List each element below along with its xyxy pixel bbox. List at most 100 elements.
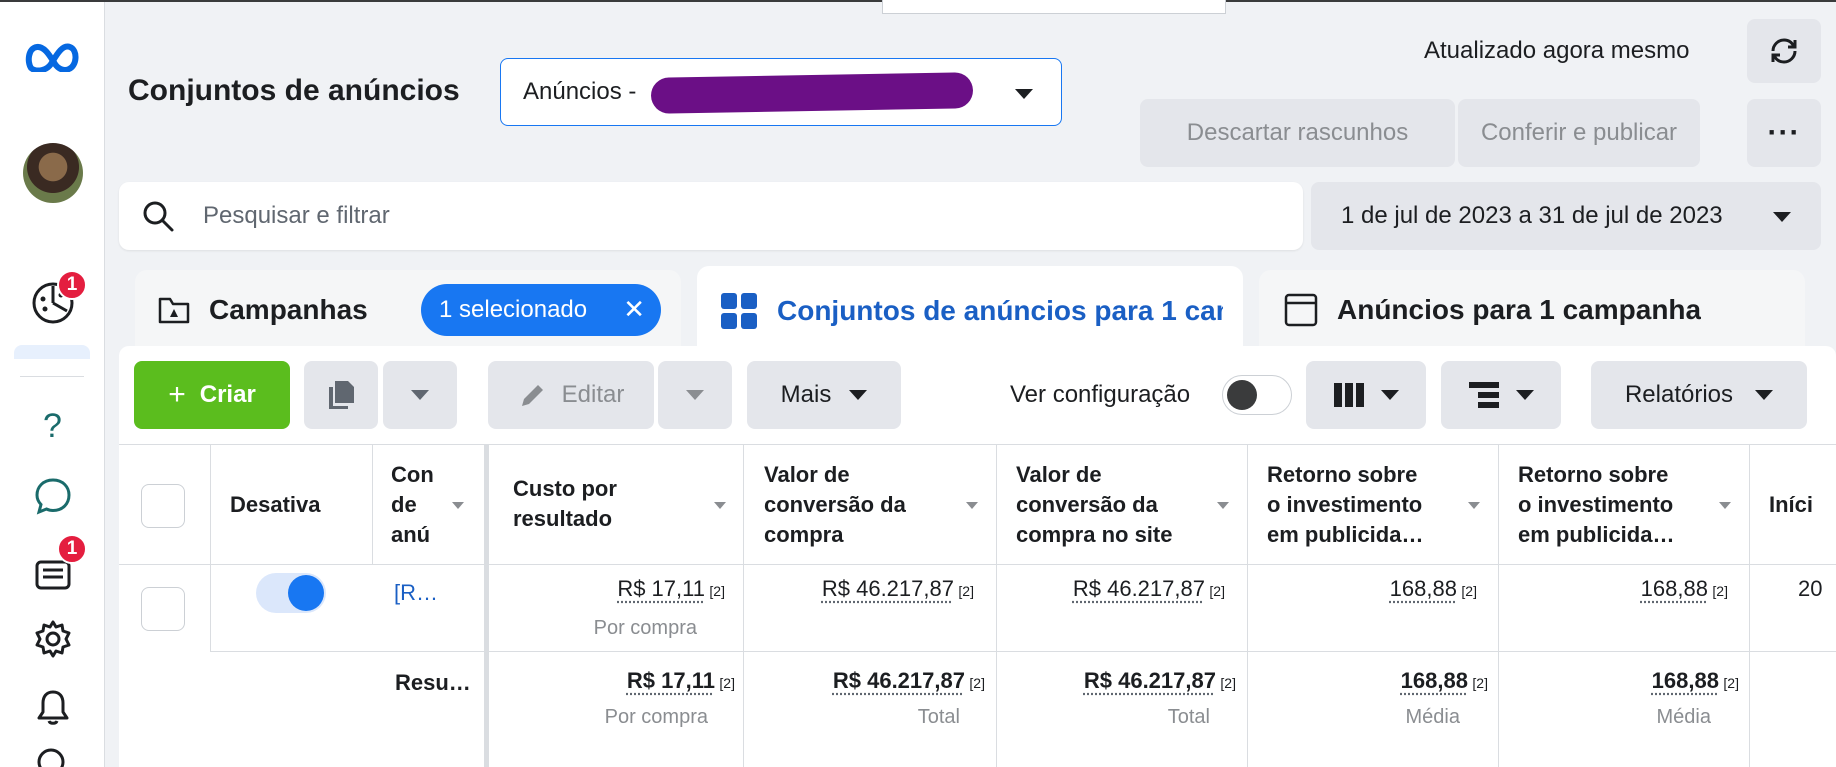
tab-adsets[interactable]: Conjuntos de anúncios para 1 campanha: [697, 266, 1243, 356]
footnote: [2]: [958, 583, 974, 599]
more-button[interactable]: Mais: [747, 361, 901, 429]
summary-purchase-value: R$ 46.217,87 [2]: [760, 668, 985, 694]
reporting-icon[interactable]: 1: [0, 270, 105, 328]
ad-account-select[interactable]: Anúncios -: [500, 58, 1062, 126]
tab-ads[interactable]: Anúncios para 1 campanha: [1259, 270, 1805, 350]
news-icon[interactable]: 1: [0, 534, 105, 598]
tab-campaigns[interactable]: Campanhas 1 selecionado ✕: [135, 270, 681, 350]
sort-icon[interactable]: [1468, 502, 1480, 509]
table-header-bottom-border: [119, 564, 1836, 565]
selected-count-label: 1 selecionado: [439, 296, 588, 323]
create-label: Criar: [199, 381, 256, 408]
search-input[interactable]: [203, 202, 1203, 230]
redaction-mark: [650, 72, 974, 114]
summary-label: Resu…: [395, 670, 471, 695]
date-range-picker[interactable]: 1 de jul de 2023 a 31 de jul de 2023: [1311, 182, 1821, 250]
adset-status-toggle[interactable]: [256, 573, 326, 613]
search-rail-icon[interactable]: [0, 744, 105, 767]
header-line: compra no site: [1016, 522, 1173, 547]
col-header-name[interactable]: Con de anú: [391, 460, 441, 550]
tab-campaigns-label: Campanhas: [209, 294, 368, 325]
header-line: compra: [764, 522, 844, 547]
header-line: Valor de: [764, 462, 850, 487]
more-label: Mais: [780, 381, 832, 408]
chevron-down-icon: [849, 390, 868, 400]
select-all-checkbox[interactable]: [141, 484, 185, 528]
sort-icon[interactable]: [1719, 502, 1731, 509]
cell-value[interactable]: 168,88: [1641, 576, 1708, 601]
col-header-roas-1[interactable]: Retorno sobre o investimento em publicid…: [1267, 460, 1423, 550]
sort-icon[interactable]: [452, 502, 464, 509]
review-publish-button[interactable]: Conferir e publicar: [1458, 99, 1700, 167]
help-icon[interactable]: ?: [0, 404, 105, 448]
cell-value[interactable]: 168,88: [1390, 576, 1457, 601]
chat-icon[interactable]: [0, 474, 105, 518]
duplicate-button[interactable]: [304, 361, 378, 429]
sort-icon[interactable]: [966, 502, 978, 509]
cell-value[interactable]: 168,88: [1401, 668, 1468, 693]
date-range-label: 1 de jul de 2023 a 31 de jul de 2023: [1341, 202, 1723, 229]
columns-button[interactable]: [1306, 361, 1426, 429]
row-roas-1: 168,88 [2]: [1262, 576, 1477, 602]
summary-purchase-sub: Total: [917, 706, 960, 728]
cell-value[interactable]: R$ 46.217,87: [833, 668, 965, 693]
row-purchase-value: R$ 46.217,87 [2]: [760, 576, 974, 602]
cell-value[interactable]: R$ 46.217,87: [1073, 576, 1205, 601]
summary-site-value: R$ 46.217,87 [2]: [1010, 668, 1236, 694]
col-header-start[interactable]: Iníci: [1769, 490, 1836, 520]
avatar[interactable]: [0, 142, 105, 204]
chevron-down-icon: [1516, 390, 1534, 400]
cell-value[interactable]: R$ 17,11: [617, 576, 705, 601]
toggle-knob: [1227, 380, 1257, 410]
col-divider: [1749, 444, 1750, 767]
page-title: Conjuntos de anúncios: [128, 74, 460, 107]
table-header-top-border: [119, 444, 1836, 445]
col-header-cost-per-result[interactable]: Custo por resultado: [513, 474, 617, 534]
create-button[interactable]: + Criar: [134, 361, 290, 429]
duplicate-dropdown[interactable]: [383, 361, 457, 429]
chevron-down-icon: [1381, 390, 1399, 400]
col-header-off-on[interactable]: Desativa: [230, 490, 326, 520]
bell-icon[interactable]: [0, 682, 105, 732]
adset-name-link[interactable]: [R…: [394, 580, 438, 606]
close-icon[interactable]: ✕: [623, 296, 645, 322]
meta-logo-icon[interactable]: [0, 32, 105, 82]
cell-value[interactable]: R$ 46.217,87: [822, 576, 954, 601]
edit-dropdown[interactable]: [658, 361, 732, 429]
gear-icon[interactable]: [0, 614, 105, 664]
col-header-purchase-value[interactable]: Valor de conversão da compra: [764, 460, 906, 550]
sort-icon[interactable]: [714, 502, 726, 509]
rail-active-indicator: [14, 345, 90, 359]
cell-value[interactable]: R$ 17,11: [627, 668, 715, 693]
header-line: em publicida…: [1518, 522, 1675, 547]
header-line: Valor de: [1016, 462, 1102, 487]
selected-filter-pill[interactable]: 1 selecionado ✕: [421, 284, 661, 336]
col-divider: [210, 444, 211, 651]
cell-value[interactable]: 168,88: [1652, 668, 1719, 693]
edit-label: Editar: [561, 381, 625, 408]
chevron-down-icon: [1015, 89, 1033, 99]
reports-button[interactable]: Relatórios: [1591, 361, 1807, 429]
header-line: Retorno sobre: [1267, 462, 1418, 487]
discard-drafts-button[interactable]: Descartar rascunhos: [1140, 99, 1455, 167]
refresh-button[interactable]: [1747, 19, 1821, 83]
sort-icon[interactable]: [1217, 502, 1229, 509]
footnote: [2]: [1209, 583, 1225, 599]
reports-label: Relatórios: [1624, 381, 1734, 408]
more-options-button[interactable]: ···: [1747, 99, 1821, 167]
chevron-down-icon: [411, 390, 429, 400]
summary-roas-1: 168,88 [2]: [1262, 668, 1488, 694]
breakdown-icon: [1469, 382, 1499, 408]
refresh-icon: [1771, 38, 1797, 64]
rail-divider: [20, 376, 84, 377]
view-config-toggle[interactable]: [1222, 375, 1292, 415]
breakdown-button[interactable]: [1441, 361, 1561, 429]
row-checkbox[interactable]: [141, 587, 185, 631]
ad-window-icon: [1284, 293, 1318, 327]
col-header-roas-2[interactable]: Retorno sobre o investimento em publicid…: [1518, 460, 1674, 550]
cell-value[interactable]: R$ 46.217,87: [1084, 668, 1216, 693]
header-line: Custo por: [513, 476, 617, 501]
edit-button[interactable]: Editar: [488, 361, 654, 429]
footnote: [2]: [1712, 583, 1728, 599]
col-header-site-purchase-value[interactable]: Valor de conversão da compra no site: [1016, 460, 1172, 550]
